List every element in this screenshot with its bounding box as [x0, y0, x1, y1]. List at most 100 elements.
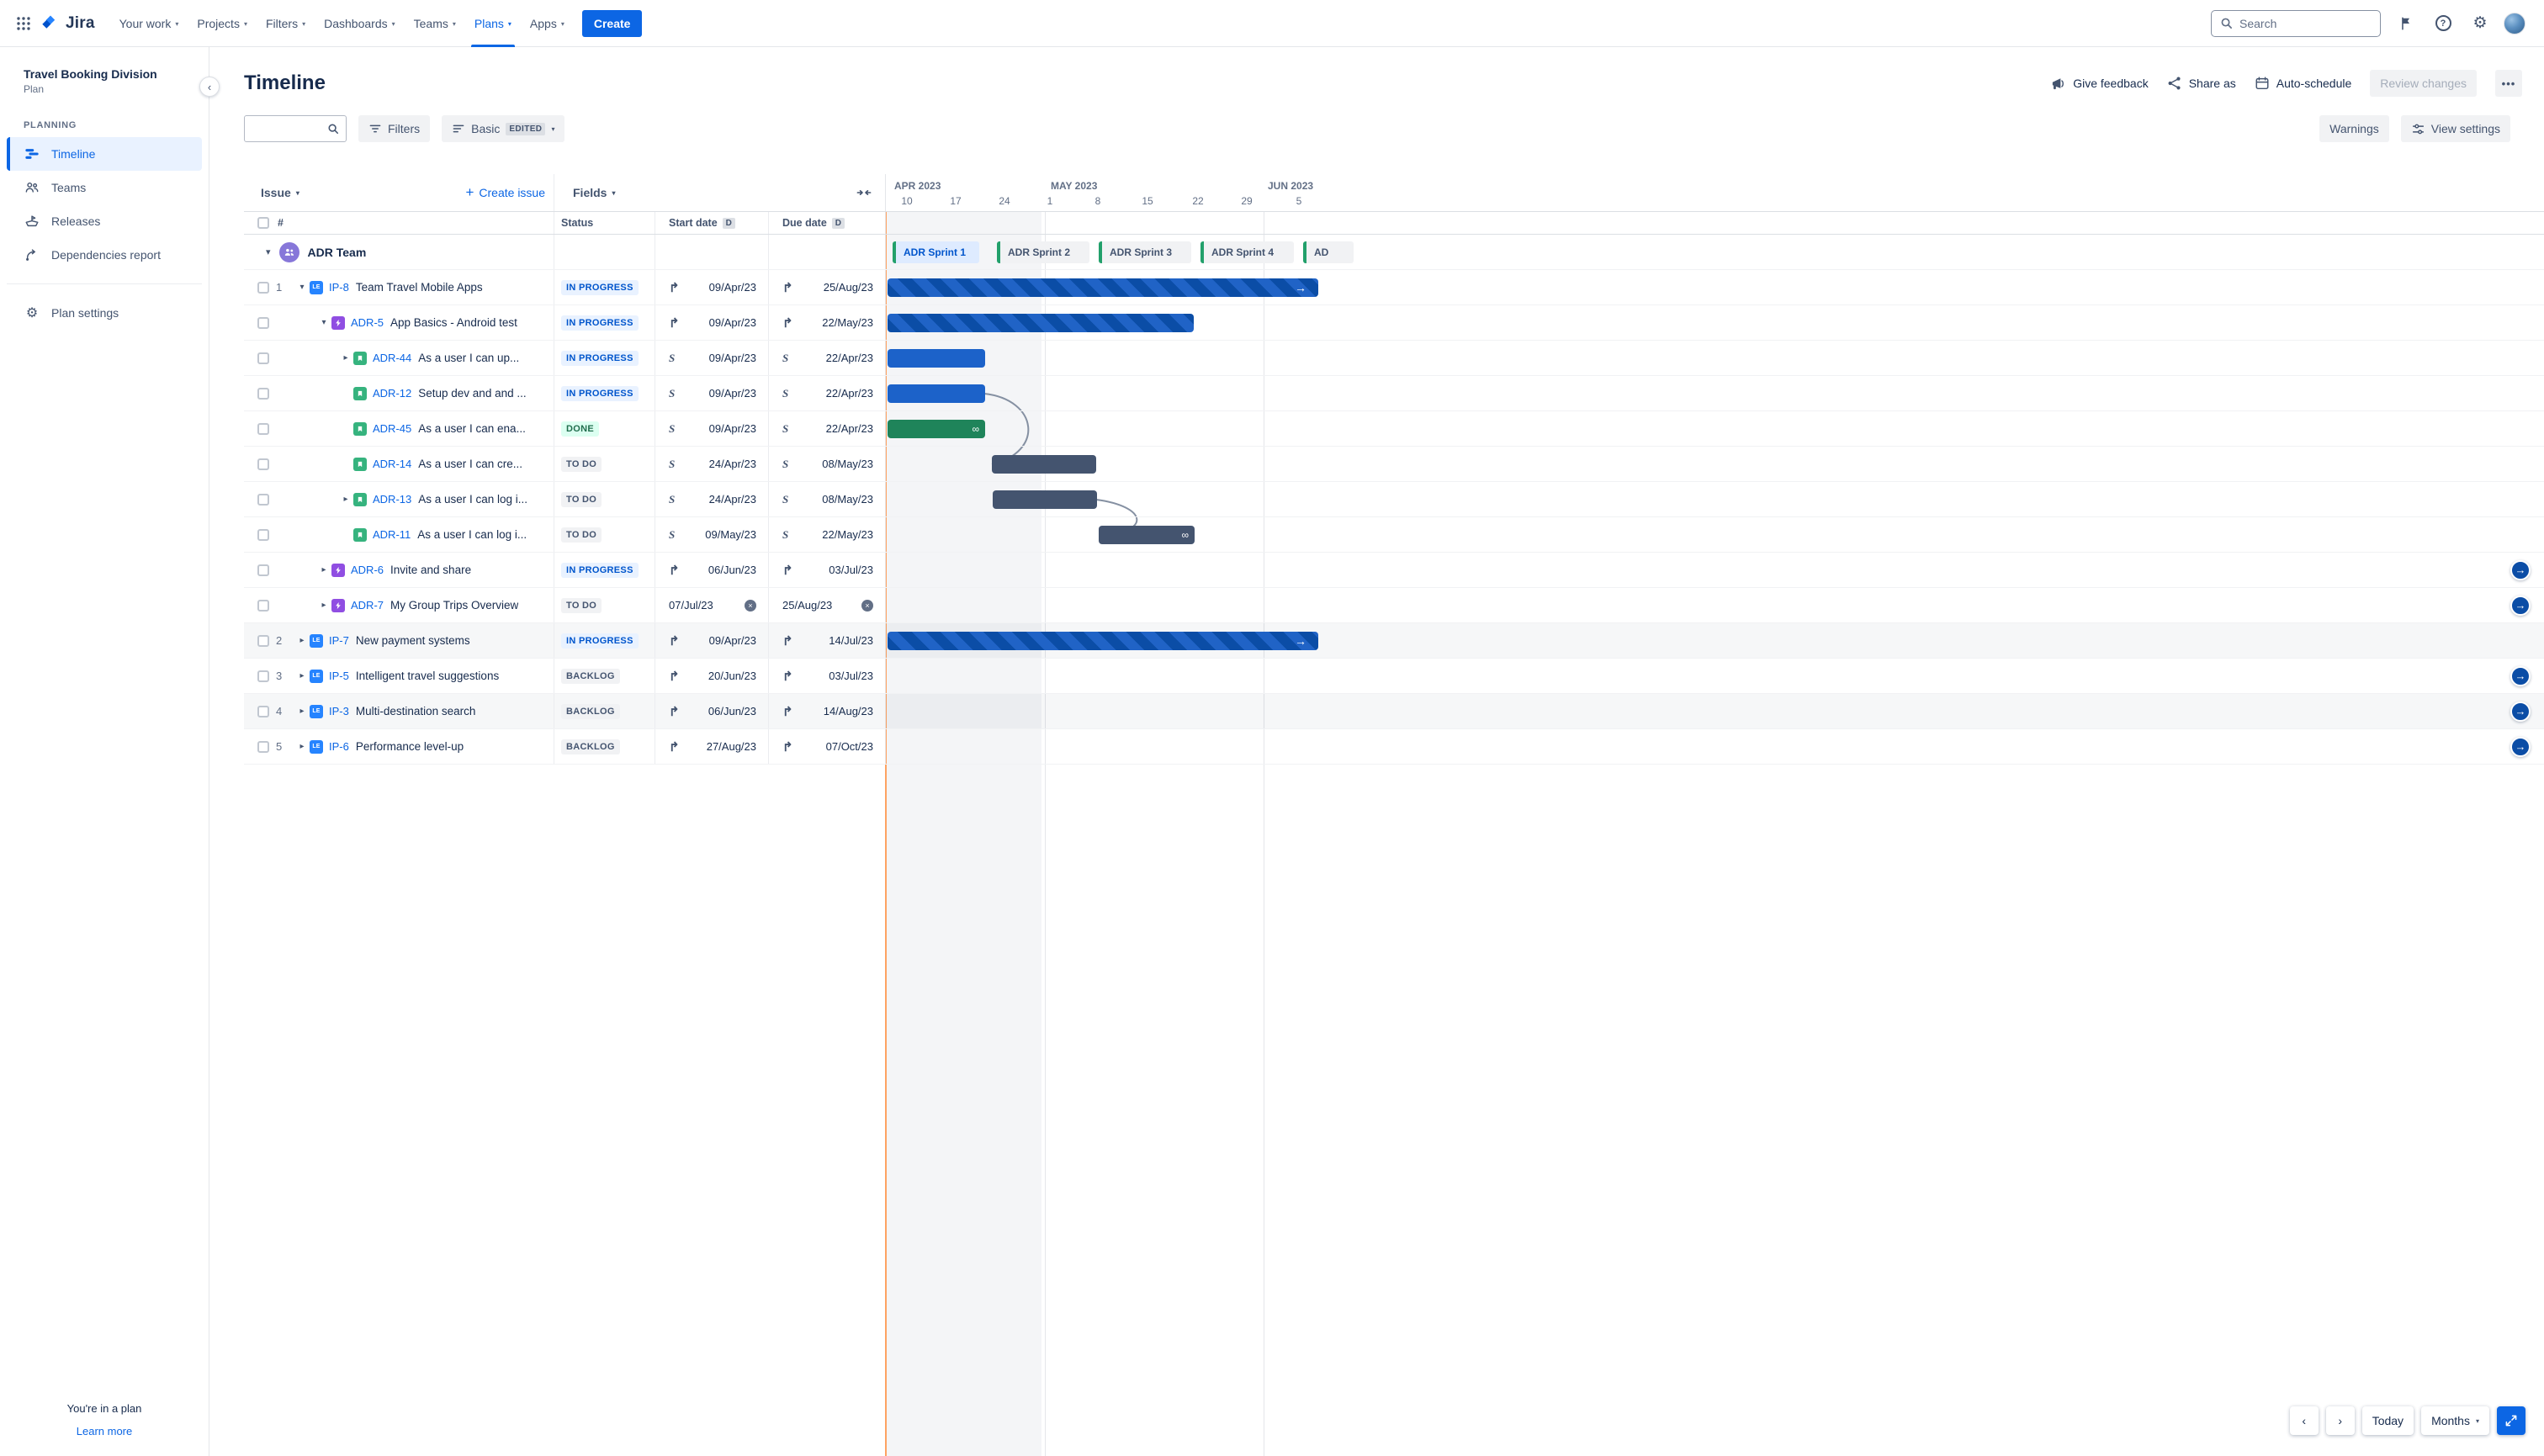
issue-key[interactable]: IP-7 — [329, 634, 349, 647]
create-issue-button[interactable]: + Create issue — [465, 185, 545, 200]
today-button[interactable]: Today — [2361, 1406, 2414, 1435]
expand-toggle-icon[interactable]: ▾ — [266, 246, 271, 257]
row-checkbox[interactable] — [257, 670, 269, 682]
give-feedback-button[interactable]: Give feedback — [2050, 76, 2149, 92]
expand-toggle-icon[interactable]: ▸ — [294, 707, 310, 716]
due-date-column-header[interactable]: Due date D — [768, 212, 885, 234]
row-checkbox[interactable] — [257, 493, 269, 506]
scroll-to-bar-button[interactable]: → — [2510, 595, 2531, 616]
row-checkbox[interactable] — [257, 422, 269, 435]
scroll-left-button[interactable]: ‹ — [2289, 1406, 2319, 1435]
issue-key[interactable]: IP-8 — [329, 281, 349, 294]
nav-item-plans[interactable]: Plans ▾ — [465, 0, 521, 47]
timeline-search-input[interactable] — [252, 122, 327, 135]
expand-toggle-icon[interactable]: ▸ — [316, 601, 331, 610]
issue-key[interactable]: ADR-11 — [373, 528, 411, 541]
select-all-checkbox[interactable] — [257, 217, 269, 229]
gantt-bar[interactable]: → — [888, 278, 1318, 297]
issue-key[interactable]: ADR-7 — [351, 599, 384, 612]
nav-item-dashboards[interactable]: Dashboards ▾ — [315, 0, 405, 47]
scroll-to-bar-button[interactable]: → — [2510, 665, 2531, 686]
row-checkbox[interactable] — [257, 281, 269, 294]
expand-toggle-icon[interactable]: ▸ — [338, 353, 353, 363]
view-mode-button[interactable]: Basic EDITED ▾ — [442, 115, 565, 142]
gantt-bar[interactable] — [888, 348, 985, 368]
expand-toggle-icon[interactable]: ▾ — [294, 283, 310, 292]
review-changes-button[interactable]: Review changes — [2370, 70, 2477, 97]
sidebar-item-releases[interactable]: Releases — [7, 204, 202, 238]
gantt-bar[interactable]: ∞ — [1099, 525, 1195, 544]
global-search[interactable] — [2211, 9, 2381, 37]
timeline-search[interactable] — [244, 115, 347, 142]
gantt-bar[interactable] — [993, 490, 1097, 509]
nav-item-your-work[interactable]: Your work ▾ — [110, 0, 188, 47]
sidebar-item-timeline[interactable]: Timeline — [7, 137, 202, 171]
scroll-right-button[interactable]: › — [2325, 1406, 2355, 1435]
sidebar-item-dependencies-report[interactable]: Dependencies report — [7, 238, 202, 272]
fields-menu[interactable]: Fields ▾ — [573, 186, 615, 199]
issue-key[interactable]: ADR-5 — [351, 316, 384, 329]
row-checkbox[interactable] — [257, 352, 269, 364]
row-checkbox[interactable] — [257, 458, 269, 470]
scroll-to-bar-button[interactable]: → — [2510, 701, 2531, 722]
issue-key[interactable]: ADR-12 — [373, 387, 411, 400]
collapse-fields-icon[interactable] — [856, 185, 872, 200]
sprint-pill[interactable]: AD — [1303, 241, 1354, 263]
learn-more-link[interactable]: Learn more — [77, 1425, 132, 1437]
user-avatar[interactable] — [2504, 12, 2525, 34]
issue-key[interactable]: ADR-44 — [373, 352, 411, 364]
share-as-button[interactable]: Share as — [2167, 76, 2236, 91]
gantt-bar[interactable] — [888, 384, 985, 403]
issue-column-menu[interactable]: Issue ▾ — [261, 186, 299, 199]
auto-schedule-button[interactable]: Auto-schedule — [2255, 76, 2351, 91]
nav-item-teams[interactable]: Teams ▾ — [405, 0, 465, 47]
nav-item-apps[interactable]: Apps ▾ — [521, 0, 574, 47]
expand-toggle-icon[interactable]: ▸ — [294, 671, 310, 680]
app-switcher-icon[interactable] — [10, 10, 37, 37]
scroll-to-bar-button[interactable]: → — [2510, 559, 2531, 580]
row-checkbox[interactable] — [257, 599, 269, 612]
issue-key[interactable]: ADR-13 — [373, 493, 411, 506]
expand-toggle-icon[interactable]: ▸ — [338, 495, 353, 504]
row-checkbox[interactable] — [257, 705, 269, 717]
sidebar-item-teams[interactable]: Teams — [7, 171, 202, 204]
expand-toggle-icon[interactable]: ▸ — [316, 565, 331, 574]
expand-toggle-icon[interactable]: ▸ — [294, 636, 310, 645]
row-checkbox[interactable] — [257, 387, 269, 400]
gantt-bar[interactable]: → — [888, 631, 1318, 650]
issue-key[interactable]: IP-6 — [329, 740, 349, 753]
jira-logo[interactable]: Jira — [40, 13, 95, 34]
gantt-bar[interactable]: ∞ — [888, 419, 985, 438]
issue-key[interactable]: ADR-45 — [373, 422, 411, 435]
more-actions-button[interactable]: ••• — [2495, 70, 2522, 97]
help-icon[interactable]: ? — [2430, 10, 2457, 37]
gear-icon[interactable]: ⚙ — [2467, 10, 2494, 37]
warnings-button[interactable]: Warnings — [2319, 115, 2389, 142]
sprint-pill[interactable]: ADR Sprint 3 — [1099, 241, 1191, 263]
announcement-icon[interactable] — [2393, 10, 2419, 37]
sprint-pill[interactable]: ADR Sprint 4 — [1200, 241, 1294, 263]
row-checkbox[interactable] — [257, 740, 269, 753]
status-column-header[interactable]: Status — [554, 212, 655, 234]
expand-toggle-icon[interactable]: ▾ — [316, 318, 331, 327]
remove-date-icon[interactable]: × — [861, 599, 873, 612]
filters-button[interactable]: Filters — [358, 115, 431, 142]
fullscreen-button[interactable] — [2497, 1406, 2525, 1435]
zoom-level-select[interactable]: Months ▾ — [2421, 1406, 2489, 1435]
issue-key[interactable]: ADR-14 — [373, 458, 411, 470]
sidebar-item-plan-settings[interactable]: ⚙ Plan settings — [7, 296, 202, 330]
create-button[interactable]: Create — [581, 9, 643, 37]
sidebar-collapse-button[interactable]: ‹ — [199, 77, 220, 97]
expand-toggle-icon[interactable]: ▸ — [294, 742, 310, 751]
nav-item-projects[interactable]: Projects ▾ — [188, 0, 257, 47]
scroll-to-bar-button[interactable]: → — [2510, 736, 2531, 757]
view-settings-button[interactable]: View settings — [2400, 115, 2510, 142]
issue-key[interactable]: IP-5 — [329, 670, 349, 682]
row-checkbox[interactable] — [257, 528, 269, 541]
row-checkbox[interactable] — [257, 564, 269, 576]
sprint-pill[interactable]: ADR Sprint 1 — [893, 241, 979, 263]
nav-item-filters[interactable]: Filters ▾ — [257, 0, 315, 47]
remove-date-icon[interactable]: × — [745, 599, 756, 612]
issue-key[interactable]: IP-3 — [329, 705, 349, 717]
gantt-bar[interactable] — [888, 313, 1194, 332]
